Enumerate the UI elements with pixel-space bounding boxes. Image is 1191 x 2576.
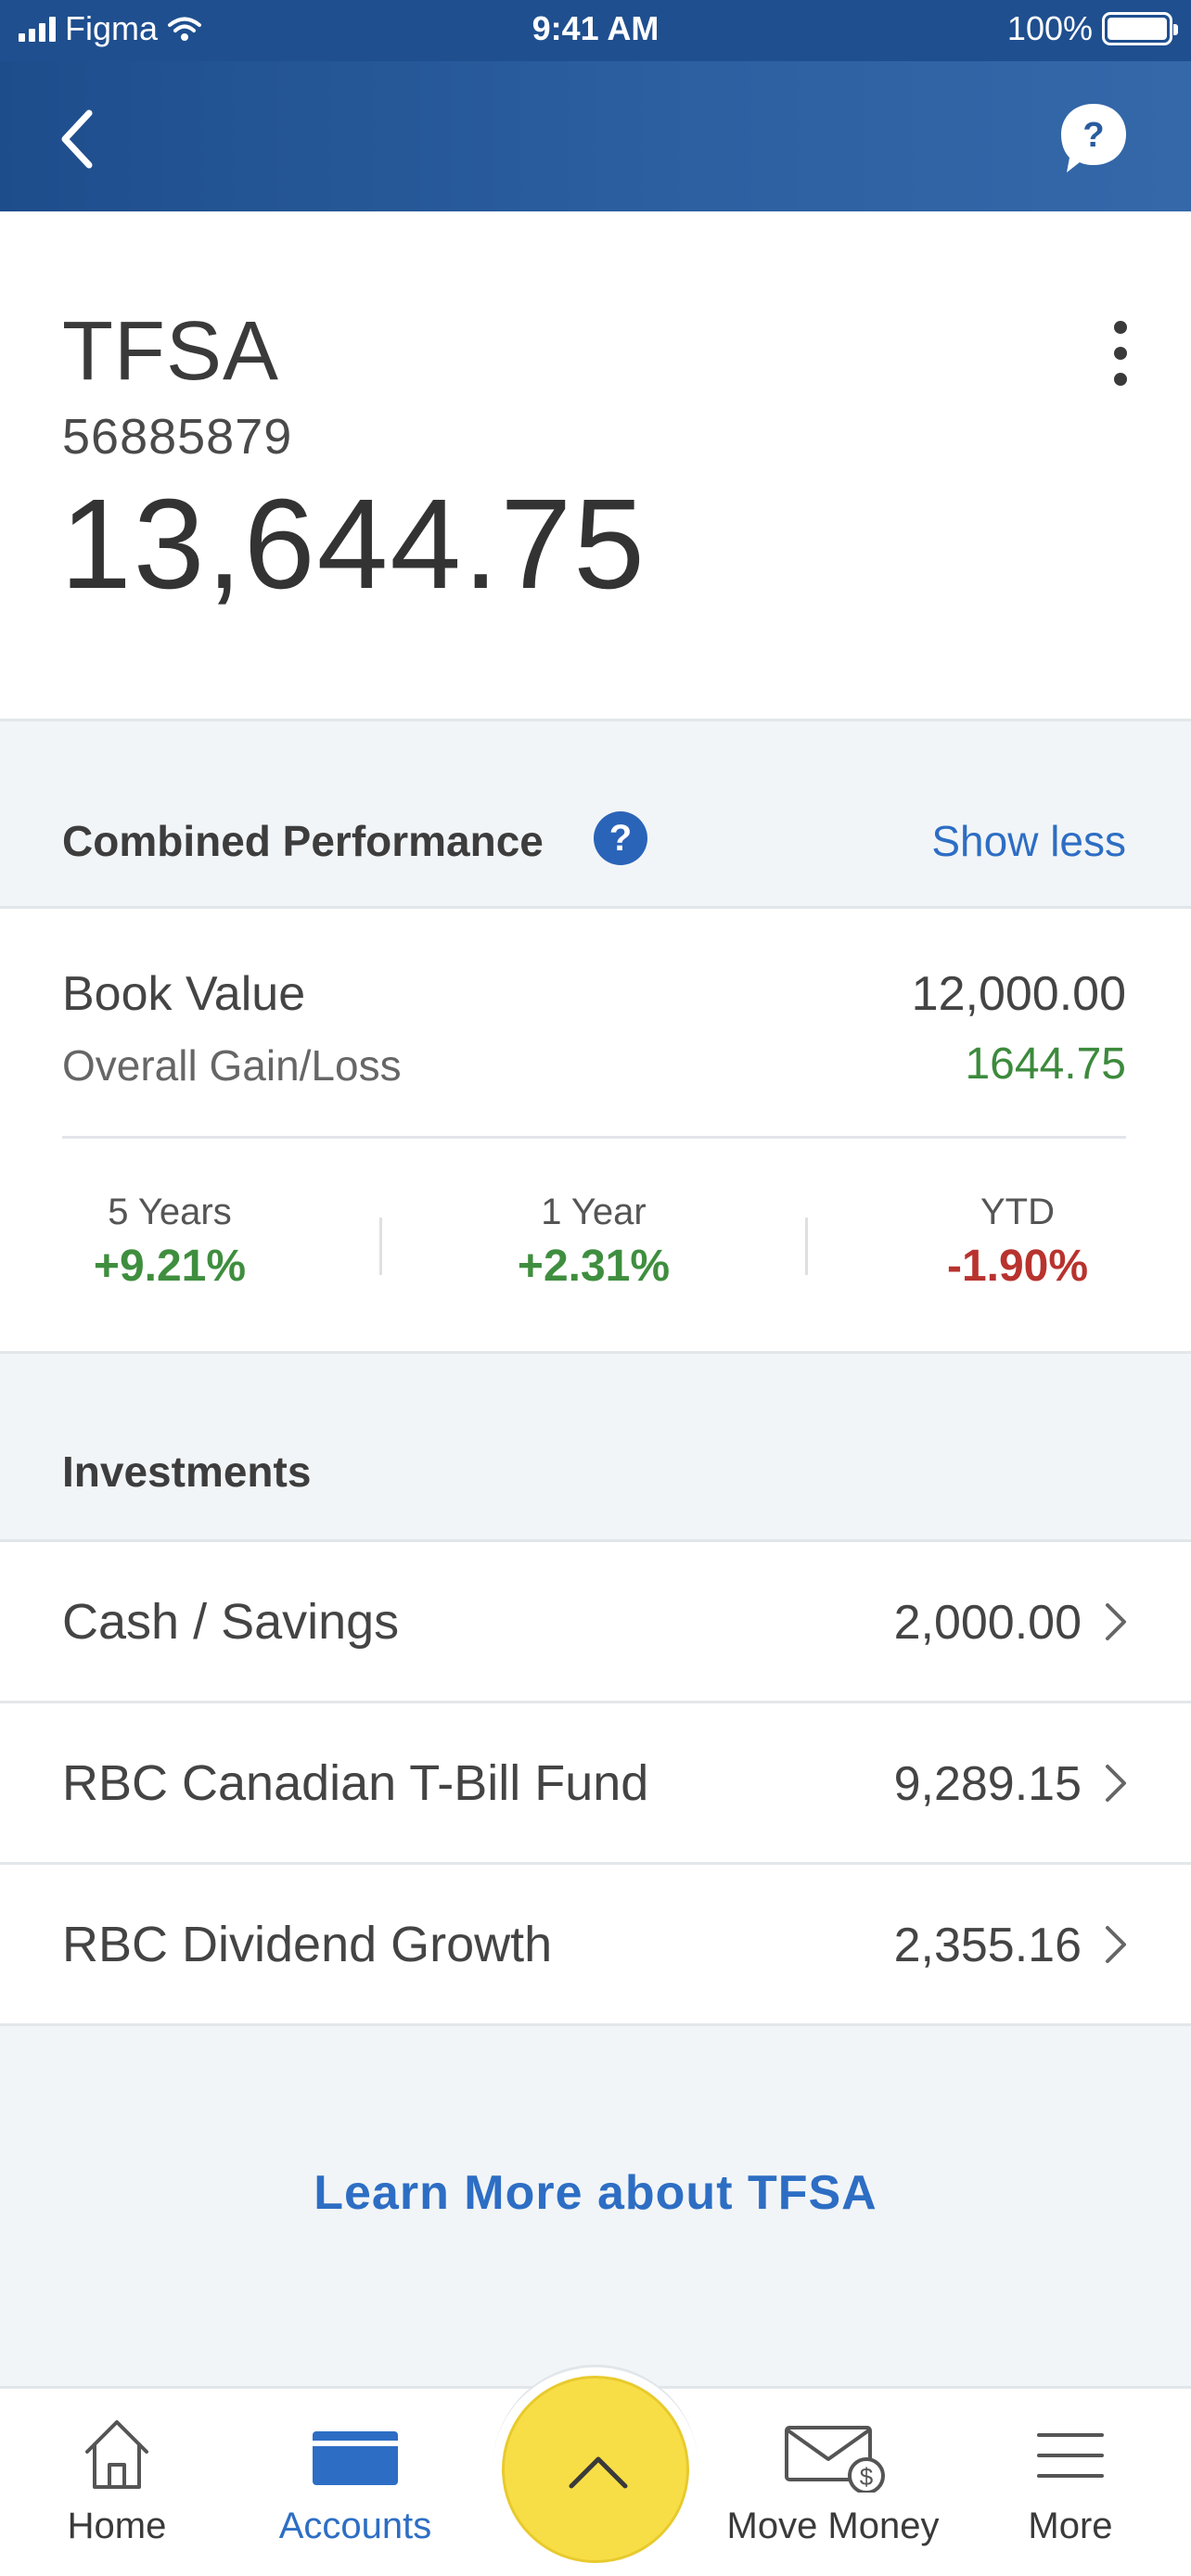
investment-row-cash-savings[interactable]: Cash / Savings 2,000.00	[0, 1542, 1191, 1703]
chevron-up-icon	[569, 2456, 628, 2489]
divider	[805, 1218, 808, 1275]
svg-text:?: ?	[1082, 116, 1104, 155]
investments-header: Investments	[0, 1354, 1191, 1542]
performance-header: Combined Performance ? Show less	[0, 721, 1191, 909]
more-options-icon[interactable]	[1102, 321, 1139, 386]
divider	[379, 1218, 382, 1275]
quick-actions-button[interactable]	[502, 2376, 689, 2563]
account-summary: TFSA 56885879 13,644.75	[0, 211, 1191, 721]
investment-row-dividend-growth[interactable]: RBC Dividend Growth 2,355.16	[0, 1865, 1191, 2026]
investments-title: Investments	[62, 1447, 312, 1496]
chevron-left-icon	[61, 109, 93, 169]
tab-more[interactable]: More	[994, 2389, 1146, 2576]
account-name: TFSA	[62, 305, 280, 398]
book-value-label: Book Value	[62, 967, 306, 1021]
card-icon	[313, 2431, 398, 2485]
menu-icon	[1037, 2433, 1104, 2478]
investment-row-tbill-fund[interactable]: RBC Canadian T-Bill Fund 9,289.15	[0, 1703, 1191, 1865]
chevron-right-icon	[1106, 1765, 1126, 1802]
investment-amount: 2,000.00	[893, 1596, 1082, 1650]
tab-accounts[interactable]: Accounts	[263, 2389, 448, 2576]
investment-name: RBC Dividend Growth	[62, 1917, 553, 1972]
chevron-right-icon	[1106, 1603, 1126, 1640]
status-bar: Figma 9:41 AM 100%	[0, 0, 1191, 61]
period-ytd: YTD -1.90%	[878, 1192, 1157, 1292]
performance-card: Book Value 12,000.00 Overall Gain/Loss 1…	[0, 909, 1191, 1354]
period-value: +2.31%	[517, 1242, 671, 1291]
period-label: 1 Year	[541, 1192, 647, 1232]
performance-title: Combined Performance	[62, 817, 544, 865]
performance-help-icon[interactable]: ?	[594, 811, 647, 865]
period-value: +9.21%	[93, 1242, 247, 1291]
tab-label: Accounts	[278, 2506, 432, 2546]
investment-amount: 2,355.16	[893, 1919, 1082, 1972]
app-header: ?	[0, 61, 1191, 211]
gain-loss-label: Overall Gain/Loss	[62, 1041, 402, 1090]
gain-loss-value: 1644.75	[965, 1039, 1126, 1089]
period-value: -1.90%	[946, 1242, 1089, 1291]
tab-label: More	[1028, 2506, 1113, 2546]
book-value: 12,000.00	[911, 967, 1126, 1021]
battery-icon	[1102, 12, 1178, 45]
tab-home[interactable]: Home	[33, 2389, 200, 2576]
period-5-years: 5 Years +9.21%	[31, 1192, 309, 1292]
period-label: YTD	[980, 1192, 1055, 1232]
period-label: 5 Years	[108, 1192, 232, 1232]
learn-more-link[interactable]: Learn More about TFSA	[0, 2165, 1191, 2221]
account-number: 56885879	[62, 409, 293, 465]
chat-help-icon: ?	[1061, 104, 1126, 172]
help-button[interactable]: ?	[1057, 100, 1130, 176]
period-1-year: 1 Year +2.31%	[455, 1192, 733, 1292]
tab-label: Move Money	[726, 2506, 940, 2546]
tab-move-money[interactable]: $ Move Money	[714, 2389, 952, 2576]
tab-label: Home	[67, 2506, 167, 2546]
back-button[interactable]	[46, 102, 111, 176]
svg-text:$: $	[860, 2463, 874, 2491]
status-right: 100%	[1006, 9, 1178, 48]
investment-amount: 9,289.15	[893, 1757, 1082, 1811]
investment-name: Cash / Savings	[62, 1594, 400, 1650]
chevron-right-icon	[1106, 1926, 1126, 1963]
battery-percent: 100%	[1006, 9, 1093, 47]
account-balance: 13,644.75	[60, 473, 647, 616]
investment-name: RBC Canadian T-Bill Fund	[62, 1755, 649, 1811]
show-less-link[interactable]: Show less	[931, 816, 1126, 866]
home-icon	[85, 2420, 148, 2489]
envelope-dollar-icon: $	[785, 2426, 885, 2493]
divider	[62, 1136, 1126, 1139]
